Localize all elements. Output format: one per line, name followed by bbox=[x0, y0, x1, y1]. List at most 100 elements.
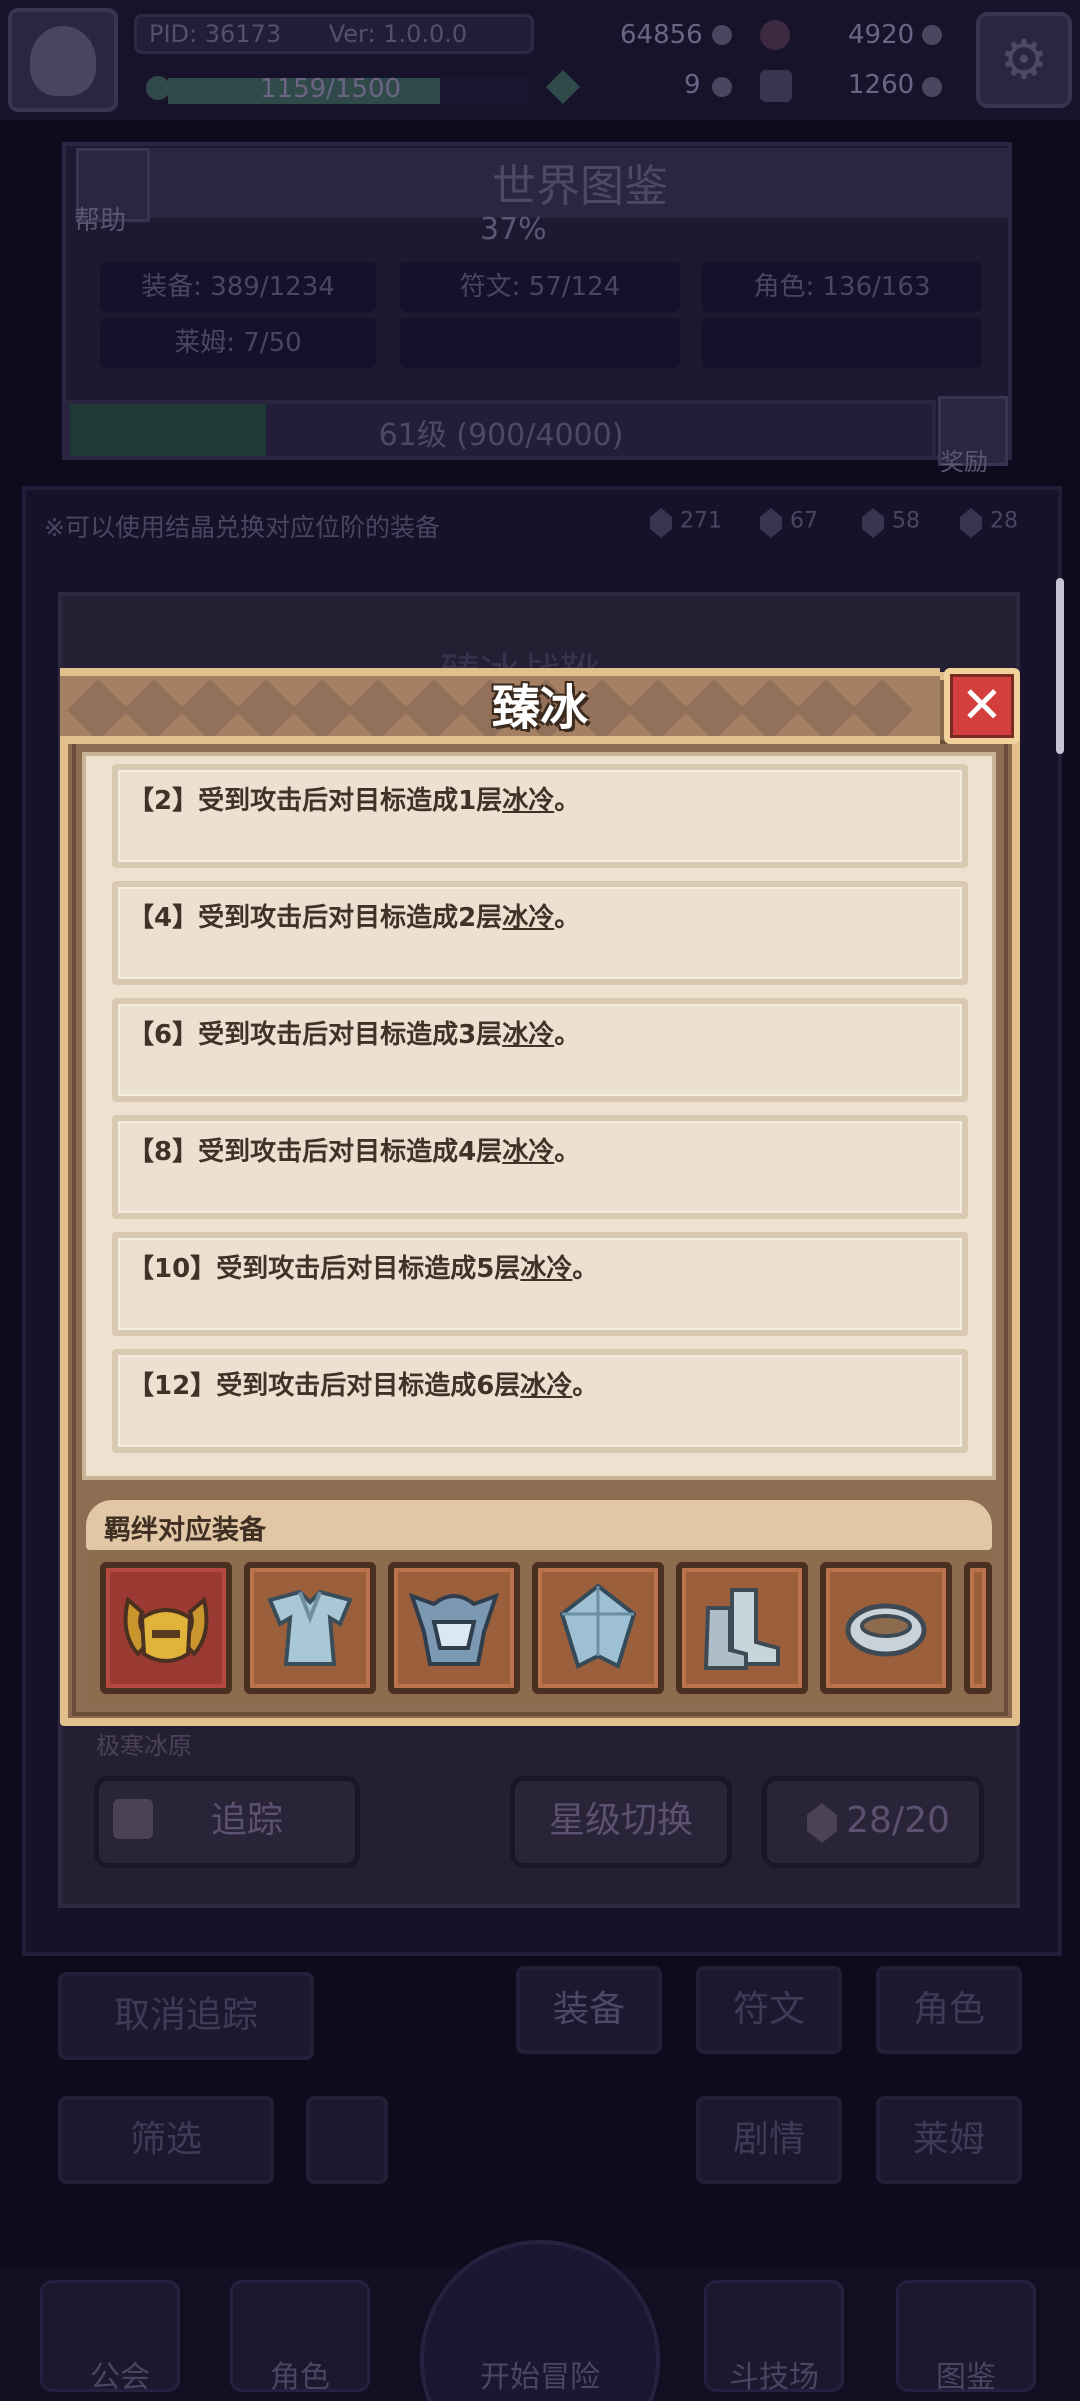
bonus-row: 【8】受到攻击后对目标造成4层冰冷。 bbox=[112, 1115, 968, 1219]
pid-row: PID: 36173 Ver: 1.0.0.0 bbox=[134, 14, 534, 54]
list-scrollbar[interactable] bbox=[1056, 578, 1064, 754]
crystal-count-text: 28/20 bbox=[846, 1800, 950, 1841]
crystal-icon bbox=[862, 508, 884, 538]
bonus-tier: 【12】 bbox=[128, 1371, 217, 1401]
bonus-row: 【12】受到攻击后对目标造成6层冰冷。 bbox=[112, 1349, 968, 1453]
tab-story[interactable]: 剧情 bbox=[696, 2096, 842, 2184]
bonus-keyword-link[interactable]: 冰冷 bbox=[502, 903, 554, 933]
close-icon[interactable]: ✕ bbox=[944, 668, 1020, 744]
next-equipment-slot-partial[interactable] bbox=[964, 1562, 992, 1694]
crystal-icon bbox=[760, 508, 782, 538]
reset-filter-button[interactable] bbox=[306, 2096, 388, 2184]
crystal-icon bbox=[960, 508, 982, 538]
exp-text: 1159/1500 bbox=[260, 74, 402, 104]
bonus-desc: 受到攻击后对目标造成3层 bbox=[198, 1020, 503, 1050]
detail-caption: 极寒冰原 bbox=[96, 1732, 192, 1760]
pid-text: PID: 36173 bbox=[149, 20, 282, 48]
track-label: 追踪 bbox=[210, 1800, 283, 1841]
ruby-icon bbox=[760, 20, 790, 50]
bonus-end: 。 bbox=[554, 1137, 581, 1167]
crystal-tier-2: 67 bbox=[760, 508, 818, 538]
bonus-end: 。 bbox=[572, 1371, 599, 1401]
nav-arena-label: 斗技场 bbox=[729, 2360, 819, 2395]
track-button[interactable]: 追踪 bbox=[94, 1776, 360, 1868]
crystal-tier-1: 271 bbox=[650, 508, 722, 538]
bonus-desc: 受到攻击后对目标造成2层 bbox=[198, 903, 503, 933]
nav-codex-label: 图鉴 bbox=[936, 2360, 996, 2395]
bonus-row: 【6】受到攻击后对目标造成3层冰冷。 bbox=[112, 998, 968, 1102]
potion-icon bbox=[760, 70, 792, 102]
bonus-keyword-link[interactable]: 冰冷 bbox=[520, 1371, 572, 1401]
bonus-tier: 【6】 bbox=[128, 1020, 199, 1050]
stat-empty-1 bbox=[400, 318, 680, 368]
nav-start-label: 开始冒险 bbox=[480, 2360, 600, 2395]
modal-title: 臻冰 bbox=[491, 680, 588, 736]
bonus-row: 【10】受到攻击后对目标造成5层冰冷。 bbox=[112, 1232, 968, 1336]
help-label: 帮助 bbox=[74, 206, 127, 236]
tab-lime[interactable]: 莱姆 bbox=[876, 2096, 1022, 2184]
codex-percent: 37% bbox=[480, 212, 547, 247]
bonus-keyword-link[interactable]: 冰冷 bbox=[502, 1020, 554, 1050]
star-switch-button[interactable]: 星级切换 bbox=[510, 1776, 732, 1868]
ice-helmet-icon[interactable] bbox=[388, 1562, 520, 1694]
version-text: Ver: 1.0.0.0 bbox=[328, 20, 468, 48]
resource-a-value: 9 bbox=[684, 70, 701, 100]
bonus-tier: 【4】 bbox=[128, 903, 199, 933]
resource-a-coin-icon bbox=[712, 76, 732, 97]
bonus-end: 。 bbox=[572, 1254, 599, 1284]
ice-ring-icon[interactable] bbox=[820, 1562, 952, 1694]
stat-empty-2 bbox=[702, 318, 982, 368]
resource-b-coin-icon bbox=[922, 76, 942, 97]
crystal-hint: ※可以使用结晶兑换对应位阶的装备 bbox=[44, 513, 440, 542]
crystal-icon bbox=[650, 508, 672, 538]
filter-button[interactable]: 筛选 bbox=[58, 2096, 274, 2184]
stat-runes: 符文: 57/124 bbox=[400, 262, 680, 312]
bonus-end: 。 bbox=[554, 786, 581, 816]
nav-guild-label: 公会 bbox=[90, 2360, 150, 2395]
bonus-keyword-link[interactable]: 冰冷 bbox=[520, 1254, 572, 1284]
exp-icon bbox=[146, 76, 170, 100]
ice-armor-icon[interactable] bbox=[244, 1562, 376, 1694]
gold-coin-icon bbox=[712, 24, 732, 45]
bonus-row: 【2】受到攻击后对目标造成1层冰冷。 bbox=[112, 764, 968, 868]
bonus-desc: 受到攻击后对目标造成4层 bbox=[198, 1137, 503, 1167]
bonus-tier: 【10】 bbox=[128, 1254, 217, 1284]
ice-boots-icon[interactable] bbox=[676, 1562, 808, 1694]
bonus-desc: 受到攻击后对目标造成5层 bbox=[216, 1254, 521, 1284]
gold-value: 64856 bbox=[620, 20, 703, 50]
crystal-count: 58 bbox=[892, 508, 920, 534]
equip-section-label: 羁绊对应装备 bbox=[104, 1515, 266, 1546]
tab-equipment[interactable]: 装备 bbox=[516, 1966, 662, 2054]
crystal-tier-3: 58 bbox=[862, 508, 920, 538]
bonus-keyword-link[interactable]: 冰冷 bbox=[502, 1137, 554, 1167]
crystal-count: 67 bbox=[790, 508, 818, 534]
gem-value: 4920 bbox=[848, 20, 915, 50]
bonus-tier: 【2】 bbox=[128, 786, 199, 816]
settings-gear-icon[interactable]: ⚙ bbox=[976, 12, 1072, 108]
golden-helmet-icon[interactable] bbox=[100, 1562, 232, 1694]
bonus-row: 【4】受到攻击后对目标造成2层冰冷。 bbox=[112, 881, 968, 985]
resource-b-value: 1260 bbox=[848, 70, 915, 100]
nav-characters-label: 角色 bbox=[270, 2360, 330, 2395]
bonus-end: 。 bbox=[554, 903, 581, 933]
crystal-count-button[interactable]: 28/20 bbox=[762, 1776, 984, 1868]
crystal-count: 271 bbox=[680, 508, 722, 534]
thumb-up-icon bbox=[113, 1799, 153, 1839]
bonus-desc: 受到攻击后对目标造成6层 bbox=[216, 1371, 521, 1401]
crystal-tier-4: 28 bbox=[960, 508, 1018, 538]
stat-characters: 角色: 136/163 bbox=[702, 262, 982, 312]
codex-title: 世界图鉴 bbox=[492, 161, 668, 212]
ice-crystal-shield-icon[interactable] bbox=[532, 1562, 664, 1694]
tab-characters[interactable]: 角色 bbox=[876, 1966, 1022, 2054]
bonus-tier: 【8】 bbox=[128, 1137, 199, 1167]
bonus-keyword-link[interactable]: 冰冷 bbox=[502, 786, 554, 816]
gem-coin-icon bbox=[922, 24, 942, 45]
untrack-button[interactable]: 取消追踪 bbox=[58, 1972, 314, 2060]
bonus-desc: 受到攻击后对目标造成1层 bbox=[198, 786, 503, 816]
stat-lime: 莱姆: 7/50 bbox=[100, 318, 376, 368]
crystal-count: 28 bbox=[990, 508, 1018, 534]
bonus-end: 。 bbox=[554, 1020, 581, 1050]
codex-level-text: 61级 (900/4000) bbox=[378, 418, 624, 453]
player-avatar[interactable] bbox=[8, 8, 118, 112]
tab-runes[interactable]: 符文 bbox=[696, 1966, 842, 2054]
